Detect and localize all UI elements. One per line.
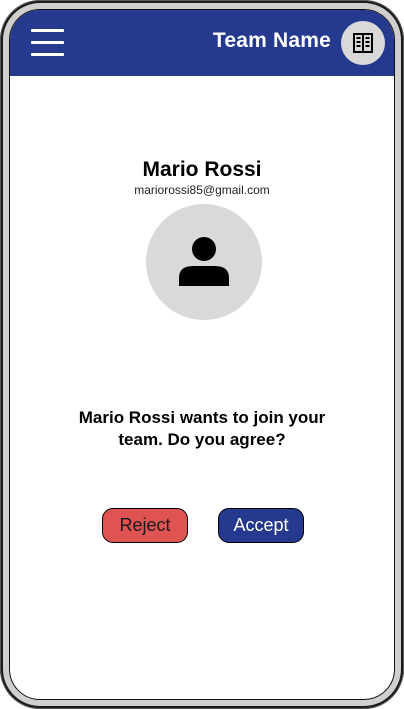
user-name: Mario Rossi	[142, 158, 262, 181]
user-email: mariorossi85@gmail.com	[134, 183, 270, 197]
user-avatar	[146, 204, 262, 320]
hamburger-menu-icon[interactable]	[31, 29, 64, 56]
team-avatar-button[interactable]	[341, 21, 385, 65]
phone-frame: Team Name Mario Rossi mariorossi85@gmail…	[0, 0, 404, 709]
app-bar: Team Name	[10, 10, 394, 76]
join-request-line-1: Mario Rossi wants to join your	[78, 408, 326, 427]
accept-button[interactable]: Accept	[218, 508, 304, 543]
building-icon	[353, 33, 373, 53]
app-screen: Team Name Mario Rossi mariorossi85@gmail…	[9, 9, 395, 700]
reject-button[interactable]: Reject	[102, 508, 188, 543]
join-request-message: Mario Rossi wants to join your team. Do …	[30, 407, 374, 451]
join-request-line-2: team. Do you agree?	[118, 430, 286, 449]
person-icon	[179, 237, 229, 286]
team-name-title: Team Name	[212, 29, 331, 52]
